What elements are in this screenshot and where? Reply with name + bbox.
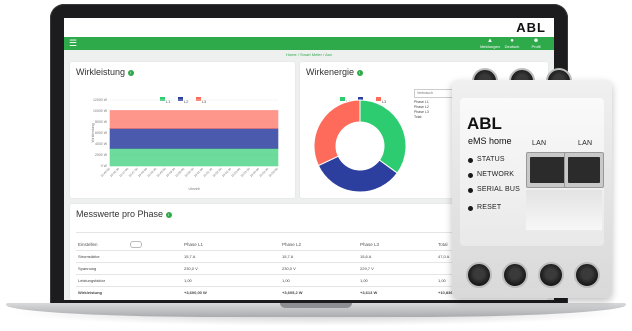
app-navbar: ☰ ▲ Meldungen ● Deutsch ☻ Profil [64, 37, 554, 50]
column-header: Phase L2 [282, 242, 302, 247]
breadcrumb[interactable]: Home / Smart Meter / Aux [64, 52, 554, 57]
wirkleistung-card: Wirkleistung i L1 L2 L3 12000 W 10000 W 80… [70, 62, 295, 198]
card-title-text: Messwerte pro Phase [76, 209, 164, 219]
ems-home-device: ABL eMS home STATUS NETWORK SERIAL BUS R… [452, 62, 612, 298]
led-label: SERIAL BUS [477, 186, 520, 193]
row-label: Leistungsfaktor [78, 278, 106, 283]
x-tick-label: 10:55:00 [268, 167, 279, 178]
reset-button[interactable] [468, 206, 473, 211]
table-cell: +3,600,00 W [184, 290, 207, 295]
row-label: Spannung [78, 266, 97, 271]
network-led [468, 173, 473, 178]
app-logo: ABL [516, 20, 546, 35]
table-cell: 230,0 V [282, 266, 296, 271]
column-header: Einstellen [78, 242, 98, 247]
table-cell: 229,7 V [360, 266, 374, 271]
row-label: Stromstärke [78, 254, 100, 259]
table-cell: 15,7 A [184, 254, 196, 259]
settings-toggle[interactable] [130, 241, 142, 248]
reset-label: RESET [477, 204, 502, 211]
x-axis-label: Uhrzeit [188, 187, 199, 191]
table-cell: +3,605,2 W [282, 290, 303, 295]
led-label: NETWORK [477, 171, 515, 178]
y-tick-label: 4000 W [95, 142, 108, 146]
table-cell: 15,6 A [360, 254, 372, 259]
table-cell: 47,0 A [438, 254, 450, 259]
nav-meldungen[interactable]: ▲ Meldungen [480, 38, 500, 49]
nav-profile[interactable]: ☻ Profil [526, 38, 546, 49]
donut-slice-l3 [313, 99, 361, 167]
table-cell: 230,0 V [184, 266, 198, 271]
bottom-terminal [538, 262, 564, 288]
device-window [526, 190, 602, 230]
row-label: Wirkleistung [78, 290, 102, 295]
device-brand-logo: ABL [467, 114, 502, 133]
area-series-l1 [109, 148, 279, 167]
table-cell: 1,00 [184, 278, 192, 283]
y-tick-label: 8000 W [95, 120, 108, 124]
device-model: eMS home [468, 136, 512, 146]
lan-label: LAN [578, 140, 593, 147]
serial-bus-led [468, 188, 473, 193]
led-label: STATUS [477, 156, 505, 163]
table-cell: 1,00 [360, 278, 368, 283]
y-tick-label: 12000 W [93, 98, 108, 102]
nav-language[interactable]: ● Deutsch [502, 38, 522, 49]
nav-label: Meldungen [480, 44, 500, 49]
bottom-terminal [466, 262, 492, 288]
laptop-notch [280, 303, 352, 308]
hamburger-menu-icon[interactable]: ☰ [69, 39, 77, 48]
table-cell: 15,7 A [282, 254, 294, 259]
column-header: Total [438, 242, 448, 247]
lan-port-2[interactable] [564, 152, 604, 188]
area-series-l2 [109, 128, 279, 149]
table-cell: 1,00 [438, 278, 446, 283]
column-header: Phase L3 [360, 242, 380, 247]
wirkleistung-chart: 12000 W10000 W8000 W6000 W4000 W2000 W0 … [91, 98, 279, 191]
info-icon[interactable]: i [165, 211, 172, 218]
donut-slice-l1 [359, 99, 407, 174]
y-tick-label: 6000 W [95, 131, 108, 135]
lan-label: LAN [532, 140, 547, 147]
table-cell: +3,613 W [360, 290, 378, 295]
bottom-terminal [502, 262, 528, 288]
rj45-socket [568, 157, 600, 183]
bottom-terminal [574, 262, 600, 288]
area-series-l3 [109, 110, 279, 129]
table-cell: 1,00 [282, 278, 290, 283]
app-topbar: ABL [64, 18, 554, 37]
y-axis-label: Wirkleistung [91, 123, 95, 142]
column-header: Phase L1 [184, 242, 204, 247]
nav-label: Deutsch [504, 44, 520, 49]
y-tick-label: 2000 W [95, 153, 108, 157]
messwerte-title: Messwerte pro Phase i [76, 209, 172, 219]
status-led [468, 158, 473, 163]
y-tick-label: 10000 W [93, 109, 108, 113]
device-front-panel: ABL eMS home STATUS NETWORK SERIAL BUS R… [460, 98, 604, 246]
nav-label: Profil [531, 44, 541, 49]
